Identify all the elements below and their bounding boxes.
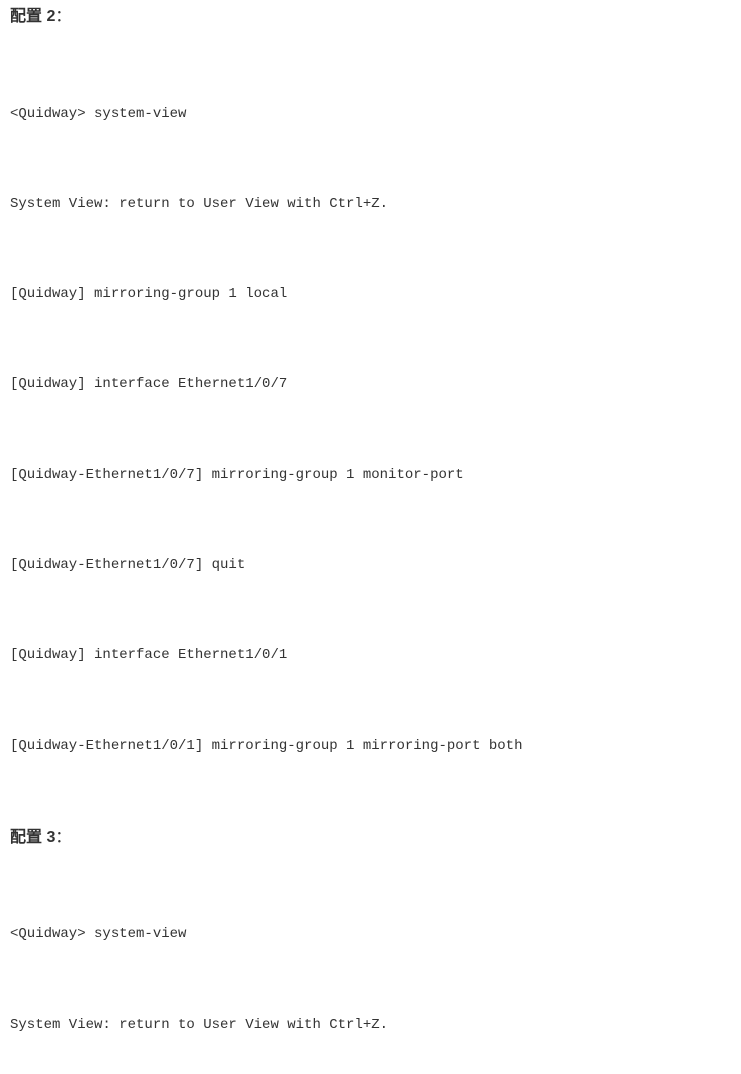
code-block: <Quidway> system-view System View: retur…: [10, 38, 731, 820]
code-line: [Quidway] interface Ethernet1/0/1: [10, 640, 731, 670]
code-line: System View: return to User View with Ct…: [10, 189, 731, 219]
section-heading: 配置 3：: [10, 827, 731, 849]
code-line: <Quidway> system-view: [10, 919, 731, 949]
code-line: <Quidway> system-view: [10, 99, 731, 129]
heading-colon: ：: [55, 8, 71, 25]
code-block: <Quidway> system-view System View: retur…: [10, 859, 731, 1074]
document-page: 配置 2： <Quidway> system-view System View:…: [0, 0, 741, 1074]
code-line: [Quidway-Ethernet1/0/1] mirroring-group …: [10, 731, 731, 761]
code-line: [Quidway] interface Ethernet1/0/7: [10, 369, 731, 399]
heading-colon: ：: [55, 829, 71, 846]
code-line: System View: return to User View with Ct…: [10, 1010, 731, 1040]
heading-number: 3: [46, 829, 55, 846]
section-heading: 配置 2：: [10, 6, 731, 28]
heading-text-cn: 配置: [10, 8, 46, 25]
heading-text-cn: 配置: [10, 829, 46, 846]
code-line: [Quidway-Ethernet1/0/7] mirroring-group …: [10, 460, 731, 490]
code-line: [Quidway-Ethernet1/0/7] quit: [10, 550, 731, 580]
code-line: [Quidway] mirroring-group 1 local: [10, 279, 731, 309]
